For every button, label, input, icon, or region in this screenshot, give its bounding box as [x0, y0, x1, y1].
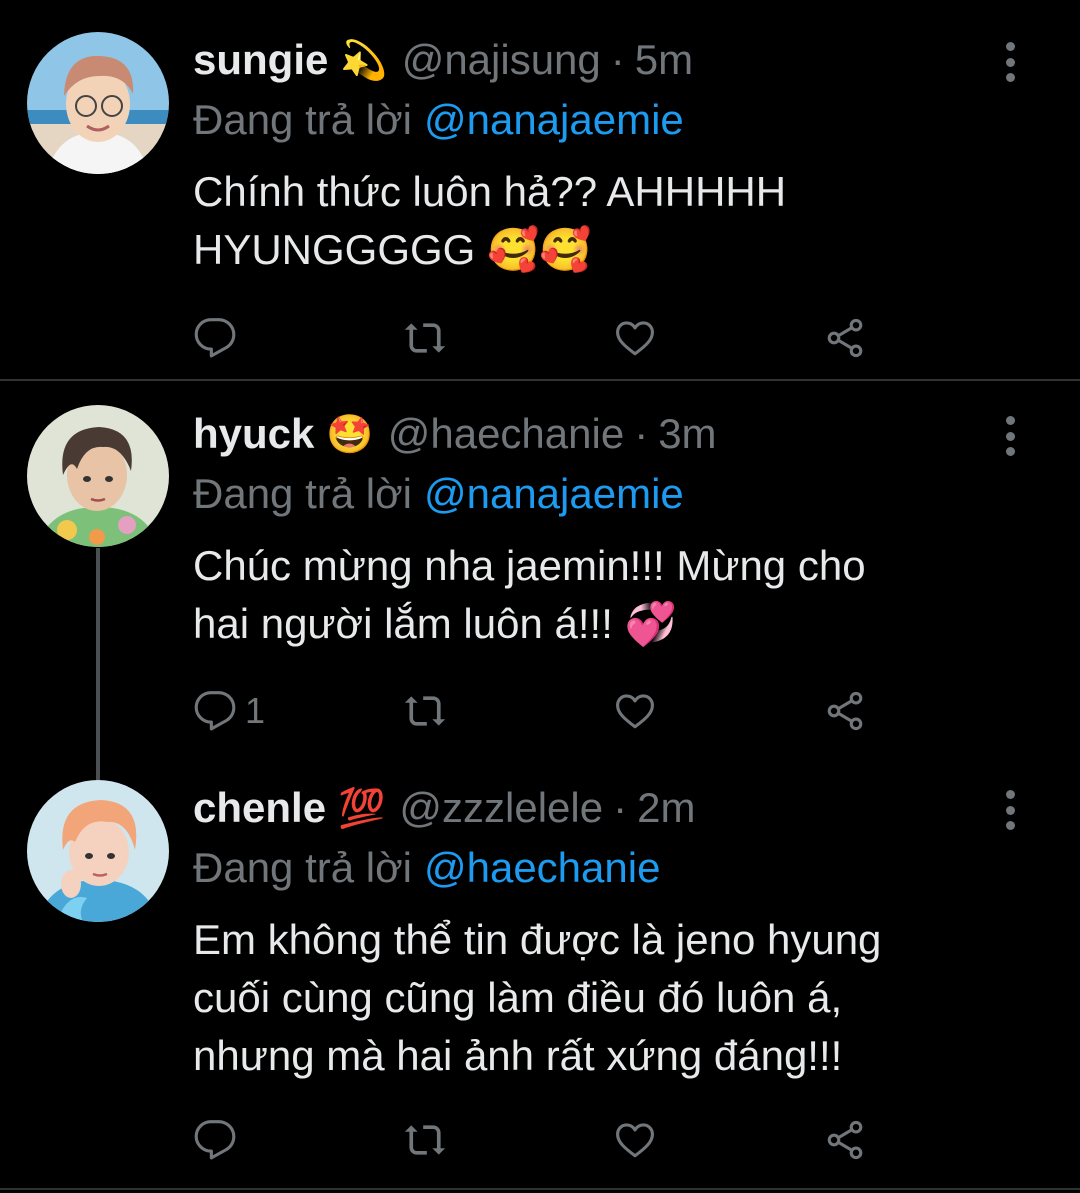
- timestamp[interactable]: 2m: [637, 784, 695, 832]
- reply-button[interactable]: [193, 1115, 245, 1165]
- share-icon: [823, 1118, 867, 1162]
- retweet-icon: [403, 1118, 447, 1162]
- replying-to: Đang trả lời @haechanie: [193, 844, 660, 892]
- like-button[interactable]: [613, 1115, 657, 1165]
- divider: [0, 1188, 1080, 1190]
- tweet-text: Em không thể tin được là jeno hyung cuối…: [193, 911, 1013, 1085]
- reply-icon: [193, 1118, 237, 1162]
- name-emoji: 💯: [338, 786, 386, 830]
- like-icon: [613, 1118, 657, 1162]
- share-button[interactable]: [823, 1115, 867, 1165]
- retweet-button[interactable]: [403, 1115, 447, 1165]
- replying-label: Đang trả lời: [193, 844, 412, 891]
- separator-dot: ·: [613, 784, 628, 831]
- tweet-text-line: nhưng mà hai ảnh rất xứng đáng!!!: [193, 1032, 843, 1079]
- mention-link[interactable]: @haechanie: [424, 844, 660, 891]
- more-icon[interactable]: [998, 790, 1022, 830]
- action-bar: [193, 1115, 893, 1165]
- avatar[interactable]: [27, 780, 169, 922]
- tweet-header: chenle 💯 @zzzlelele · 2m: [193, 776, 695, 840]
- tweet-text-line: Em không thể tin được là jeno hyung: [193, 916, 882, 963]
- display-name[interactable]: chenle: [193, 784, 326, 832]
- tweet-chenle[interactable]: chenle 💯 @zzzlelele · 2m Đang trả lời @ha…: [0, 0, 1080, 1193]
- tweet-text-line: cuối cùng cũng làm điều đó luôn á,: [193, 974, 843, 1021]
- user-handle[interactable]: @zzzlelele: [399, 784, 603, 832]
